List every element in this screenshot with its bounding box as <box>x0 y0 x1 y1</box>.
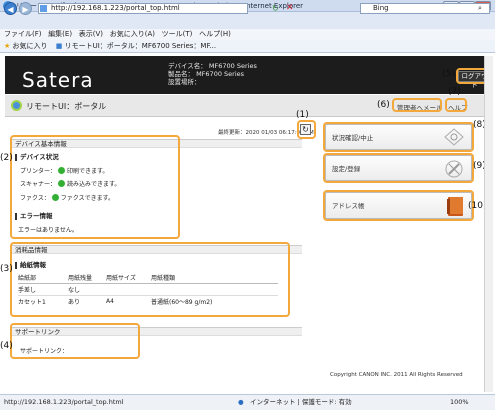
device-info-header: デバイス名： MF6700 Series 製品名： MF6700 Series … <box>168 62 257 86</box>
callout-box-2 <box>10 135 180 239</box>
zoom-level[interactable]: 100% <box>450 395 469 410</box>
callout-1: (1) <box>296 110 309 120</box>
status-url: http://192.168.1.223/portal_top.html <box>4 398 124 406</box>
page-title: リモートUI：ポータル <box>26 102 107 111</box>
menu-edit[interactable]: 編集(E) <box>48 30 72 38</box>
forward-icon[interactable]: ▶ <box>19 2 32 15</box>
status-bar: http://192.168.1.223/portal_top.html ● イ… <box>0 394 495 410</box>
callout-box-8 <box>323 122 474 152</box>
callout-3: (3) <box>0 264 13 274</box>
star-icon: ★ <box>4 42 11 50</box>
url-input[interactable]: http://192.168.1.223/portal_top.html <box>38 3 248 14</box>
callout-2: (2) <box>0 153 13 163</box>
callout-box-6 <box>392 98 442 112</box>
menu-favorites[interactable]: お気に入り(A) <box>110 30 155 38</box>
stop-icon[interactable]: ✕ <box>286 3 294 13</box>
address-bar-area <box>0 12 495 29</box>
callout-box-10 <box>323 190 474 221</box>
satera-logo: Satera <box>22 68 94 92</box>
tab-portal[interactable]: リモートUI：ポータル：MF6700 Series：MF... <box>65 42 216 50</box>
refresh-browser-icon[interactable]: ↻ <box>272 4 279 13</box>
callout-5: (5) <box>442 69 455 79</box>
copyright: Copyright CANON INC. 2011 All Rights Res… <box>330 372 463 378</box>
callout-box-1 <box>297 120 316 139</box>
page-scrollbar[interactable] <box>484 56 493 392</box>
callout-box-3 <box>10 242 290 317</box>
favorites-bar: ★ お気に入り ■ リモートUI：ポータル：MF6700 Series：MF..… <box>0 40 495 53</box>
callout-4: (4) <box>0 341 13 351</box>
portal-icon <box>11 100 22 111</box>
tab-icon: ■ <box>55 42 63 50</box>
callout-6: (6) <box>377 100 390 110</box>
menu-file[interactable]: ファイル(F) <box>4 30 42 38</box>
back-icon[interactable]: ◀ <box>4 2 17 15</box>
callout-7: (7) <box>448 87 461 97</box>
security-zone: インターネット | 保護モード: 有効 <box>250 398 352 406</box>
menu-view[interactable]: 表示(V) <box>79 30 103 38</box>
globe-icon: ● <box>238 398 244 406</box>
callout-box-9 <box>323 153 474 183</box>
menu-tools[interactable]: ツール(T) <box>162 30 193 38</box>
favorites-button[interactable]: お気に入り <box>13 42 48 50</box>
callout-box-7 <box>445 98 467 112</box>
callout-box-4 <box>10 323 140 359</box>
menu-help[interactable]: ヘルプ(H) <box>199 30 231 38</box>
search-input[interactable]: Bing <box>360 3 490 14</box>
page-icon <box>40 5 47 12</box>
search-icon[interactable]: ⌕ <box>478 4 482 13</box>
menu-bar: ファイル(F) 編集(E) 表示(V) お気に入り(A) ツール(T) ヘルプ(… <box>0 29 495 40</box>
